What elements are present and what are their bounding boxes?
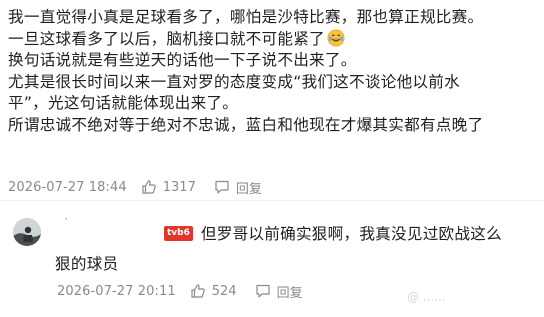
reply-comment-like-button[interactable]: 524 [190, 283, 237, 299]
reply-text: 但罗哥以前确实狠啊，我真没见过欧战这么 [200, 225, 502, 243]
comment-line: 换句话说就是有些逆天的话他一下子说不出来了。 [8, 51, 357, 70]
user-badge: tvb6 [164, 225, 193, 241]
comment-line: 尤其是很长时间以来一直对罗的态度变成“我们这不谈论他以前水 [8, 72, 460, 91]
thumbs-up-icon [191, 284, 205, 298]
laughing-crying-emoji-icon [327, 29, 345, 47]
speech-bubble-icon [255, 284, 270, 298]
avatar[interactable] [13, 218, 41, 246]
thumbs-up-icon [142, 180, 156, 194]
reply-comment-text-line2: 狠的球员 [55, 255, 119, 273]
main-comment-like-count: 1317 [162, 179, 196, 195]
main-comment-timestamp: 2026-07-27 18:44 [8, 179, 127, 195]
comment-divider [0, 200, 544, 201]
main-comment-like-button[interactable]: 1317 [141, 179, 196, 195]
reply-comment-reply-label: 回复 [276, 285, 303, 301]
comment-line: 我一直觉得小真是足球看多了，哪怕是沙特比赛，那也算正规比赛。 [8, 8, 484, 26]
main-comment-reply-button[interactable]: 回复 [214, 178, 262, 197]
comment-line: 一旦这球看多了以后，脑机接口就不可能紧了 [8, 29, 540, 51]
main-comment-text: 我一直觉得小真是足球看多了，哪怕是沙特比赛，那也算正规比赛。 一旦这球看多了以后… [8, 7, 540, 137]
reply-comment-timestamp: 2026-07-27 20:11 [57, 283, 176, 299]
comment-line: 所谓忠诚不绝对等于绝对不忠诚，蓝白和他现在才爆其实都有点晚了 [8, 115, 484, 134]
speech-bubble-icon [215, 180, 229, 194]
main-comment: 我一直觉得小真是足球看多了，哪怕是沙特比赛，那也算正规比赛。 一旦这球看多了以后… [0, 0, 544, 200]
watermark: @ ...... [407, 290, 446, 304]
reply-comment-text-line1: tvb6 但罗哥以前确实狠啊，我真没见过欧战这么 [164, 222, 502, 244]
comment-line: 平”，光这句话就能体现出来了。 [8, 94, 239, 113]
reply-username[interactable]: · [64, 212, 68, 226]
avatar-photo-icon [13, 218, 41, 246]
reply-comment-reply-button[interactable]: 回复 [255, 282, 303, 301]
main-comment-reply-label: 回复 [235, 181, 262, 197]
reply-comment-meta: 2026-07-27 20:11 524 回复 [57, 281, 303, 301]
comment-line-text: 一旦这球看多了以后，脑机接口就不可能紧了 [8, 29, 325, 48]
main-comment-meta: 2026-07-27 18:44 1317 回复 [8, 177, 262, 197]
reply-comment-like-count: 524 [211, 283, 237, 299]
